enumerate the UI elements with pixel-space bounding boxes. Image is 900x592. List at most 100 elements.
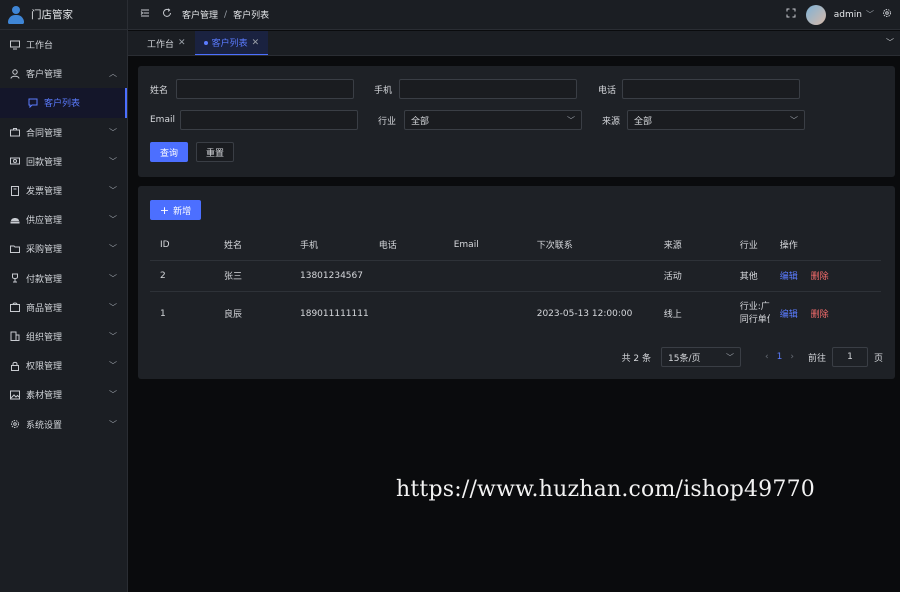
- monitor-icon: [10, 40, 20, 50]
- logo[interactable]: 门店管家: [0, 0, 127, 30]
- sidebar-item-workbench[interactable]: 工作台: [0, 30, 127, 59]
- hat-icon: [10, 215, 20, 225]
- pagination-total: 共 2 条: [621, 353, 652, 364]
- refresh-icon[interactable]: [162, 8, 172, 21]
- query-button[interactable]: 查询: [150, 142, 188, 162]
- sidebar-item-material[interactable]: 素材管理 ﹀: [0, 380, 127, 409]
- email-label: Email: [150, 115, 175, 125]
- watermark-text: https://www.huzhan.com/ishop49770: [396, 477, 815, 502]
- fullscreen-icon[interactable]: [786, 8, 796, 21]
- notebook-icon: [10, 185, 20, 196]
- sidebar-item-customer-list[interactable]: 客户列表: [0, 88, 127, 118]
- edit-button[interactable]: 编辑: [780, 310, 798, 320]
- logo-icon: [7, 5, 25, 24]
- chevron-down-icon: ﹀: [109, 127, 117, 137]
- reset-button[interactable]: 重置: [196, 142, 234, 162]
- chevron-up-icon: ︿: [109, 69, 117, 79]
- delete-button[interactable]: 删除: [811, 310, 829, 320]
- breadcrumb-separator: /: [224, 9, 228, 20]
- header-right: admin ﹀: [774, 4, 900, 25]
- phone-label: 电话: [598, 85, 617, 96]
- breadcrumb: 客户管理 / 客户列表: [182, 8, 269, 22]
- page-size-select[interactable]: 15条/页 ﹀: [661, 347, 742, 367]
- lock-icon: [10, 361, 20, 371]
- trophy-icon: [10, 273, 20, 283]
- col-name[interactable]: 姓名: [214, 230, 290, 260]
- phone-input[interactable]: [622, 79, 800, 99]
- active-dot: [203, 40, 208, 45]
- goto-label: 前往: [807, 353, 826, 364]
- sidebar-item-settings[interactable]: 系统设置 ﹀: [0, 409, 127, 438]
- user-icon: [10, 69, 20, 79]
- industry-label: 行业: [378, 116, 397, 127]
- col-mobile[interactable]: 手机: [290, 230, 369, 260]
- sidebar: 门店管家 工作台 客户管理 ︿ 客户列表 合同管理 ﹀ 回款管理 ﹀ 发票管理 …: [0, 0, 128, 592]
- source-select[interactable]: 全部 ﹀: [627, 110, 805, 130]
- industry-select[interactable]: 全部 ﹀: [404, 110, 582, 130]
- search-panel: 姓名 手机 电话 Email 行业 全部 ﹀ 来源 全部 ﹀ 查询 重置: [138, 66, 895, 177]
- table-row: 1 良辰 189011111111 2023-05-13 12:00:00 线上…: [150, 290, 881, 336]
- chat-icon: [28, 98, 38, 108]
- username[interactable]: admin: [834, 10, 862, 20]
- breadcrumb-item[interactable]: 客户管理: [182, 8, 218, 21]
- sidebar-item-contract[interactable]: 合同管理 ﹀: [0, 118, 127, 147]
- sidebar-item-org[interactable]: 组织管理 ﹀: [0, 322, 127, 351]
- sidebar-item-payment-back[interactable]: 回款管理 ﹀: [0, 147, 127, 176]
- mobile-input[interactable]: [399, 79, 577, 99]
- gear-icon[interactable]: [882, 8, 892, 21]
- source-label: 来源: [602, 116, 621, 127]
- money-icon: [10, 156, 20, 166]
- top-bar: 客户管理 / 客户列表 admin ﹀: [128, 0, 900, 30]
- chevron-down-icon: ﹀: [109, 419, 117, 429]
- edit-button[interactable]: 编辑: [780, 272, 798, 282]
- collapse-menu-icon[interactable]: [140, 8, 150, 21]
- name-input[interactable]: [176, 79, 354, 99]
- sidebar-item-supply[interactable]: 供应管理 ﹀: [0, 205, 127, 234]
- page-tabs: 工作台 ✕ 客户列表 ✕ ﹀: [128, 31, 900, 56]
- chevron-down-icon: ﹀: [109, 215, 117, 225]
- chevron-down-icon: ﹀: [790, 115, 798, 125]
- office-icon: [10, 331, 20, 342]
- chevron-down-icon: ﹀: [109, 273, 117, 283]
- col-source[interactable]: 来源: [654, 230, 730, 260]
- goods-icon: [10, 302, 20, 313]
- col-actions: 操作: [779, 241, 798, 252]
- goto-input[interactable]: 1: [831, 347, 868, 367]
- chevron-down-icon[interactable]: ﹀: [866, 9, 874, 20]
- tab-customer-list[interactable]: 客户列表 ✕: [194, 31, 269, 55]
- col-id[interactable]: ID: [150, 230, 214, 260]
- sidebar-item-purchase[interactable]: 采购管理 ﹀: [0, 234, 127, 263]
- delete-button[interactable]: 删除: [811, 272, 829, 282]
- gear-icon: [10, 419, 20, 429]
- plus-icon: +: [159, 203, 170, 217]
- add-button[interactable]: + 新增: [150, 200, 201, 220]
- next-page-icon[interactable]: ›: [790, 352, 794, 362]
- close-icon[interactable]: ✕: [252, 38, 260, 48]
- col-phone[interactable]: 电话: [369, 230, 444, 260]
- tab-workbench[interactable]: 工作台 ✕: [138, 31, 195, 55]
- avatar[interactable]: [805, 4, 826, 25]
- table-panel: + 新增 ID 姓名 手机 电话 Email 下次联系 来源 行业 操作 2 张…: [138, 186, 895, 379]
- email-input[interactable]: [180, 110, 358, 130]
- col-email[interactable]: Email: [444, 230, 527, 260]
- page-number[interactable]: 1: [777, 352, 783, 362]
- sidebar-item-goods[interactable]: 商品管理 ﹀: [0, 293, 127, 322]
- sidebar-item-permission[interactable]: 权限管理 ﹀: [0, 351, 127, 380]
- chevron-down-icon: ﹀: [109, 361, 117, 371]
- customer-table: ID 姓名 手机 电话 Email 下次联系 来源 行业 操作 2 张三 138…: [150, 230, 881, 336]
- chevron-down-icon: ﹀: [109, 302, 117, 312]
- chevron-down-icon: ﹀: [109, 390, 117, 400]
- sidebar-item-invoice[interactable]: 发票管理 ﹀: [0, 176, 127, 205]
- close-icon[interactable]: ✕: [178, 38, 186, 48]
- sidebar-item-pay[interactable]: 付款管理 ﹀: [0, 264, 127, 293]
- sidebar-item-customer[interactable]: 客户管理 ︿: [0, 59, 127, 88]
- page-unit: 页: [873, 353, 883, 364]
- col-industry[interactable]: 行业: [730, 230, 770, 260]
- col-next-contact[interactable]: 下次联系: [527, 230, 654, 260]
- sidebar-menu: 工作台 客户管理 ︿ 客户列表 合同管理 ﹀ 回款管理 ﹀ 发票管理 ﹀ 供应管…: [0, 30, 127, 439]
- chevron-down-icon[interactable]: ﹀: [886, 37, 894, 48]
- briefcase-icon: [10, 127, 20, 137]
- row-actions: 编辑 删除: [769, 259, 881, 291]
- row-actions: 编辑 删除: [769, 290, 881, 336]
- prev-page-icon[interactable]: ‹: [765, 352, 769, 362]
